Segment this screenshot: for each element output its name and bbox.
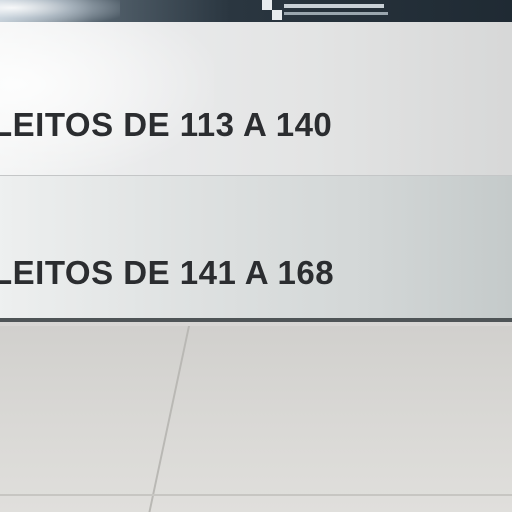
sign-label-2: LEITOS DE 141 A 168 (0, 254, 335, 291)
sign-label-1: LEITOS DE 113 A 140 (0, 106, 333, 143)
photo-scene: LEITOS DE 113 A 140 LEITOS DE 141 A 168 (0, 0, 512, 512)
ceiling-seam (0, 494, 512, 496)
sign-glare (0, 22, 214, 175)
bed-range-sign-1: LEITOS DE 113 A 140 (0, 22, 512, 178)
bed-range-sign-2: LEITOS DE 141 A 168 (0, 176, 512, 322)
mount-bracket-icon (262, 0, 388, 20)
ceiling-tiles (0, 326, 512, 512)
ceiling-seam (148, 326, 190, 512)
